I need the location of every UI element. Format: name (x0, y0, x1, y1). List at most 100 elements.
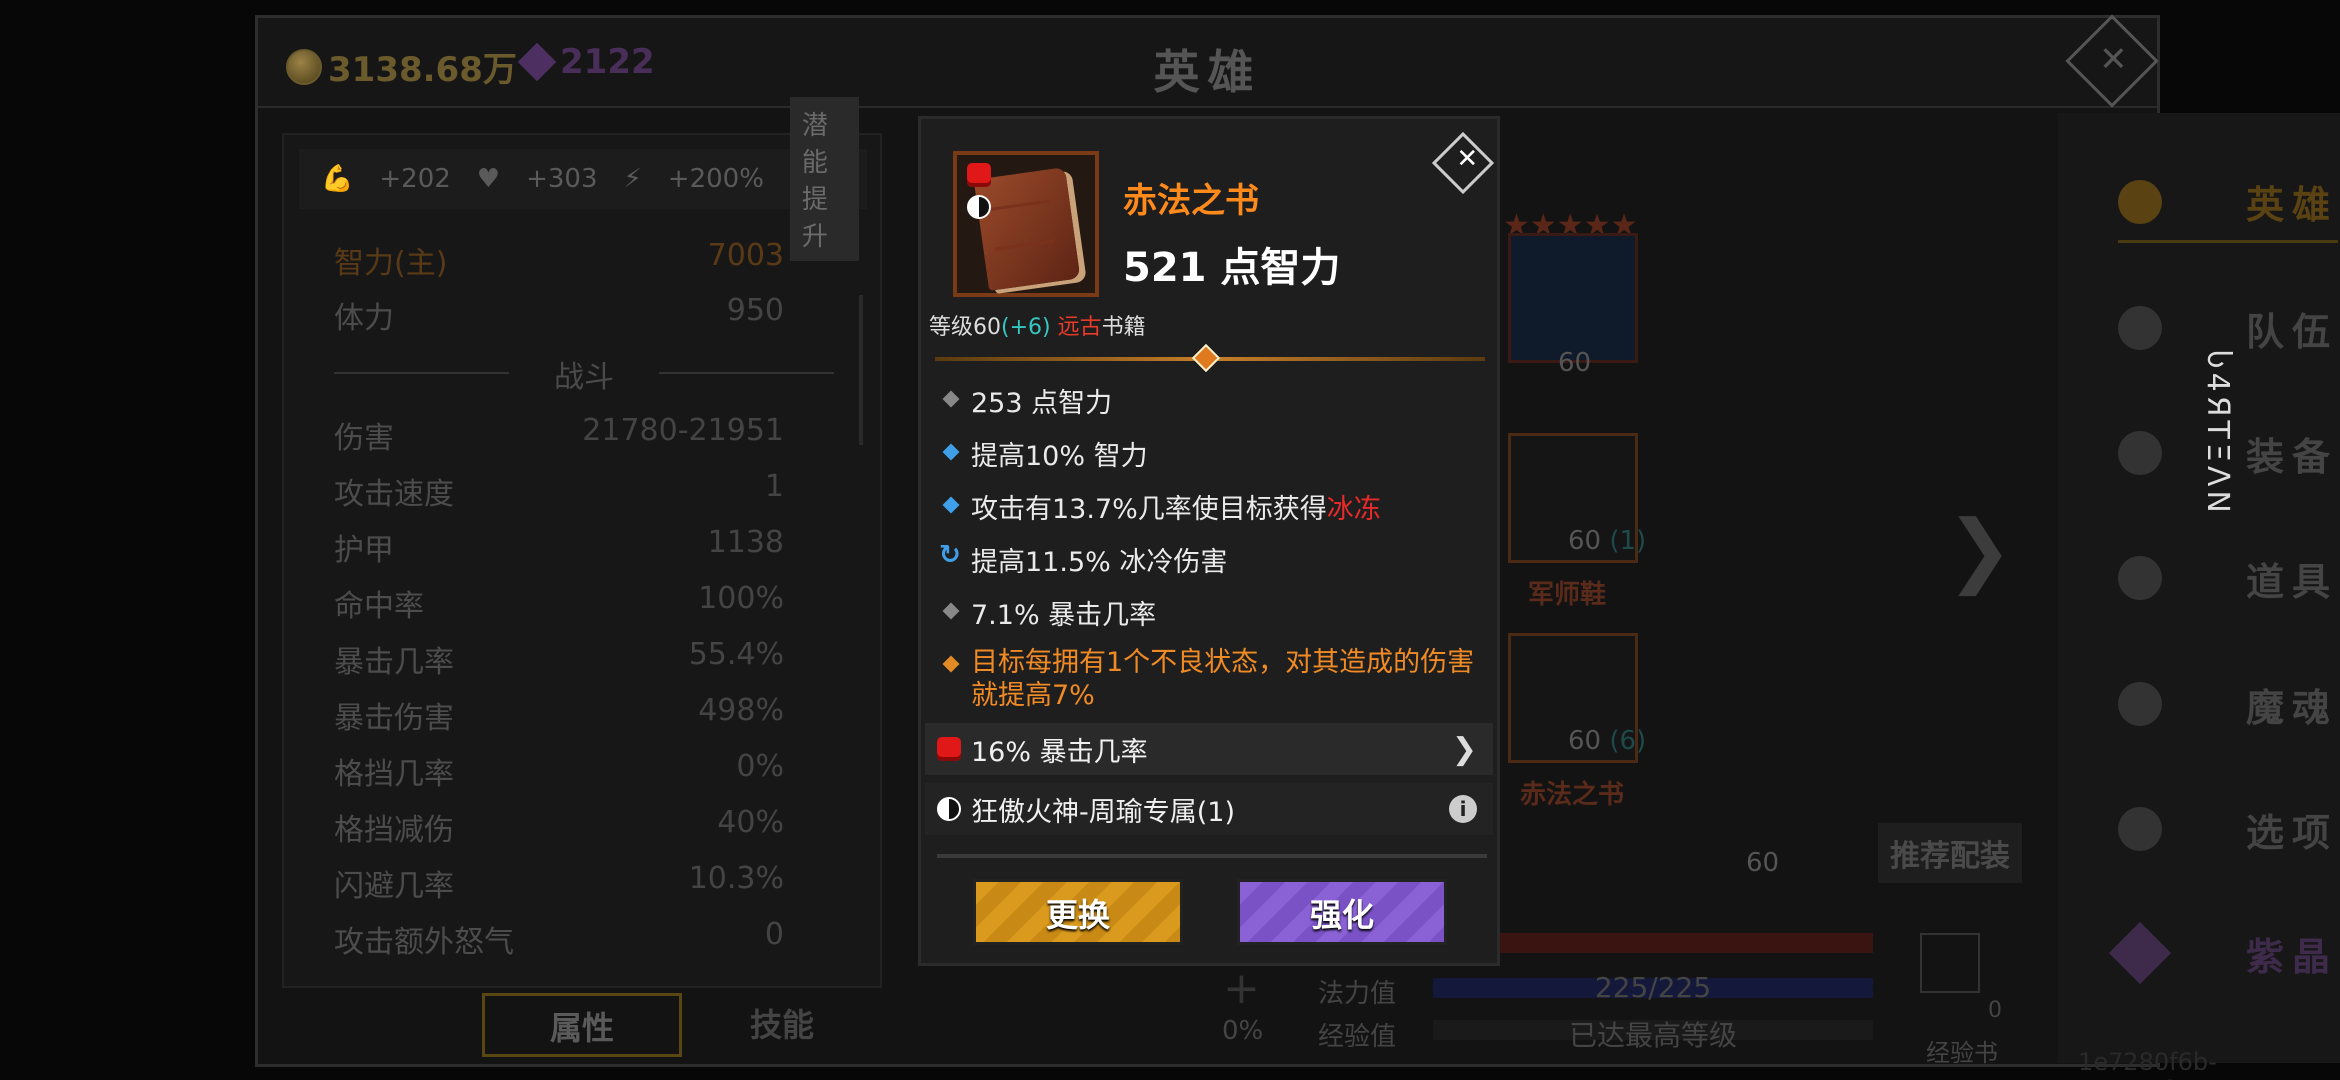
stat-value: 1 (764, 469, 784, 504)
affix-text: 攻击有13.7%几率使目标获得冰冻 (971, 494, 1381, 525)
menu-item-soul[interactable]: 魔魂 (2118, 664, 2338, 744)
stat-row: 护甲 1138 (334, 525, 784, 569)
affix-text: 253 点智力 (971, 388, 1113, 419)
strength-bonus: +202 (379, 164, 451, 194)
blue-diamond-icon (942, 496, 960, 514)
set-row: 狂傲火神-周瑜专属(1) i (925, 783, 1493, 835)
strength-icon: 💪 (321, 164, 354, 194)
heart-icon: ♥ (476, 164, 501, 194)
blue-diamond-icon (942, 443, 960, 461)
exp-label: 经验值 (1318, 1022, 1397, 1052)
red-gem-icon (937, 737, 961, 761)
book-name: 赤法之书 (1520, 780, 1625, 810)
affix-row: 253 点智力 (939, 381, 1489, 420)
mana-label: 法力值 (1318, 979, 1397, 1009)
menu-item-hero[interactable]: 英雄 (2118, 163, 2338, 243)
combat-section-title: 战斗 (334, 352, 834, 396)
menu-label: 魔魂 (2245, 685, 2338, 730)
shoes-level: 60 (1) (1568, 526, 1647, 556)
recommend-loadout-button[interactable]: 推荐配装 (1878, 823, 2022, 883)
tab-attributes[interactable]: 属性 (482, 993, 682, 1057)
menu-label: 英雄 (2245, 183, 2338, 227)
item-level: 等级60 (929, 315, 1001, 340)
stat-value: 0 (764, 917, 784, 952)
top-bar: 3138.68万 2122 英雄 ✕ (258, 14, 2159, 108)
stat-value: 100% (698, 581, 784, 616)
affix-row: 攻击有13.7%几率使目标获得冰冻 (939, 487, 1489, 526)
item-level-line: 等级60(+6) 远古书籍 (929, 309, 1146, 341)
close-icon: ✕ (2099, 39, 2128, 80)
stat-row: 攻击额外怒气 0 (334, 917, 784, 961)
session-id: 1e7280f6b-2e43-4f0e-8b19 (2078, 1048, 2217, 1080)
stat-label: 护甲 (334, 533, 394, 568)
popup-close-button[interactable]: ✕ (1431, 131, 1495, 195)
item-rarity: 远古 (1057, 315, 1102, 340)
stat-row: 暴击伤害 498% (334, 693, 784, 737)
scrollbar[interactable] (859, 295, 863, 445)
socket-text: 16% 暴击几率 (971, 736, 1148, 768)
menu-item-amethyst[interactable]: 紫晶 (2108, 913, 2338, 993)
stat-label: 攻击额外怒气 (334, 925, 514, 960)
item-detail-popup: ✕ 赤法之书 521 点智力 等级60(+6) 远古书籍 253 点智力 提高1… (918, 116, 1500, 966)
stat-row: 暴击几率 55.4% (334, 637, 784, 681)
fire-icon (2118, 682, 2162, 726)
tab-skills[interactable]: 技能 (682, 993, 882, 1057)
people-icon (2118, 179, 2162, 224)
set-text: 狂傲火神-周瑜专属(1) (971, 796, 1235, 828)
game-screen: 3138.68万 2122 英雄 ✕ 💪 +202 ♥ +303 ⚡ +200%… (0, 0, 2340, 1080)
socket-row[interactable]: 16% 暴击几率 ❯ (925, 723, 1493, 775)
stat-label: 暴击伤害 (334, 701, 454, 736)
exp-book-count: 0 (1988, 998, 2002, 1023)
stat-label: 命中率 (334, 589, 424, 624)
bag-icon (2118, 556, 2162, 600)
affix-row: 7.1% 暴击几率 (939, 593, 1489, 632)
stats-tabs: 属性 技能 (282, 993, 882, 1063)
energy-bonus: +200% (667, 164, 764, 194)
stat-row: 攻击速度 1 (334, 469, 784, 513)
stat-row: 闪避几率 10.3% (334, 861, 784, 905)
book-icon (973, 167, 1081, 291)
health-bonus: +303 (526, 164, 598, 194)
bonus-bar: 💪 +202 ♥ +303 ⚡ +200% 潜能提升 (299, 97, 867, 261)
replace-button[interactable]: 更换 (973, 879, 1183, 945)
partial-level: 60 (1746, 848, 1780, 878)
potential-upgrade-button[interactable]: 潜能提升 (789, 97, 859, 261)
orange-diamond-icon (942, 655, 960, 673)
exp-book-icon[interactable] (1920, 933, 1980, 993)
side-watermark-text: Ⴑ4ЯΤΞΛΝ (2200, 350, 2235, 517)
menu-label: 紫晶 (2245, 934, 2338, 979)
info-icon[interactable]: i (1449, 795, 1477, 823)
stat-row: 命中率 100% (334, 581, 784, 625)
book-level: 60 (6) (1568, 726, 1647, 756)
menu-item-options[interactable]: 选项 (2118, 789, 2338, 869)
stat-row: 伤害 21780-21951 (334, 413, 784, 457)
percent-value: 0% (1222, 1016, 1264, 1046)
affix-text: 提高11.5% 冰冷伤害 (971, 547, 1228, 578)
flag-icon (2118, 306, 2162, 350)
stat-row: 格挡几率 0% (334, 749, 784, 793)
stat-label: 格挡几率 (334, 757, 454, 792)
menu-item-items[interactable]: 道具 (2118, 538, 2338, 618)
gear-icon (2118, 807, 2162, 851)
plus-icon[interactable]: + (1223, 963, 1260, 1014)
stat-value: 1138 (707, 525, 784, 560)
stat-label: 伤害 (334, 421, 394, 456)
stat-label: 攻击速度 (334, 477, 454, 512)
lightning-icon: ⚡ (623, 164, 642, 194)
page-title: 英雄 (1153, 45, 1262, 99)
divider (937, 854, 1487, 858)
stat-value: 55.4% (688, 637, 784, 672)
enhance-button[interactable]: 强化 (1237, 879, 1447, 945)
mana-value: 225/225 (1594, 971, 1712, 1004)
menu-label: 队伍 (2245, 309, 2338, 354)
refresh-icon: ↻ (939, 540, 961, 570)
pet-slot[interactable] (1508, 233, 1638, 363)
menu-label: 道具 (2245, 559, 2338, 604)
pet-level: 60 (1558, 348, 1592, 378)
stat-row: 格挡减伤 40% (334, 805, 784, 849)
stat-label: 体力 (334, 301, 394, 336)
shoes-name: 军师鞋 (1528, 580, 1607, 610)
chevron-right-icon[interactable]: ❯ (1946, 503, 2013, 596)
stat-label: 格挡减伤 (334, 813, 454, 848)
item-type: 书籍 (1101, 315, 1146, 340)
